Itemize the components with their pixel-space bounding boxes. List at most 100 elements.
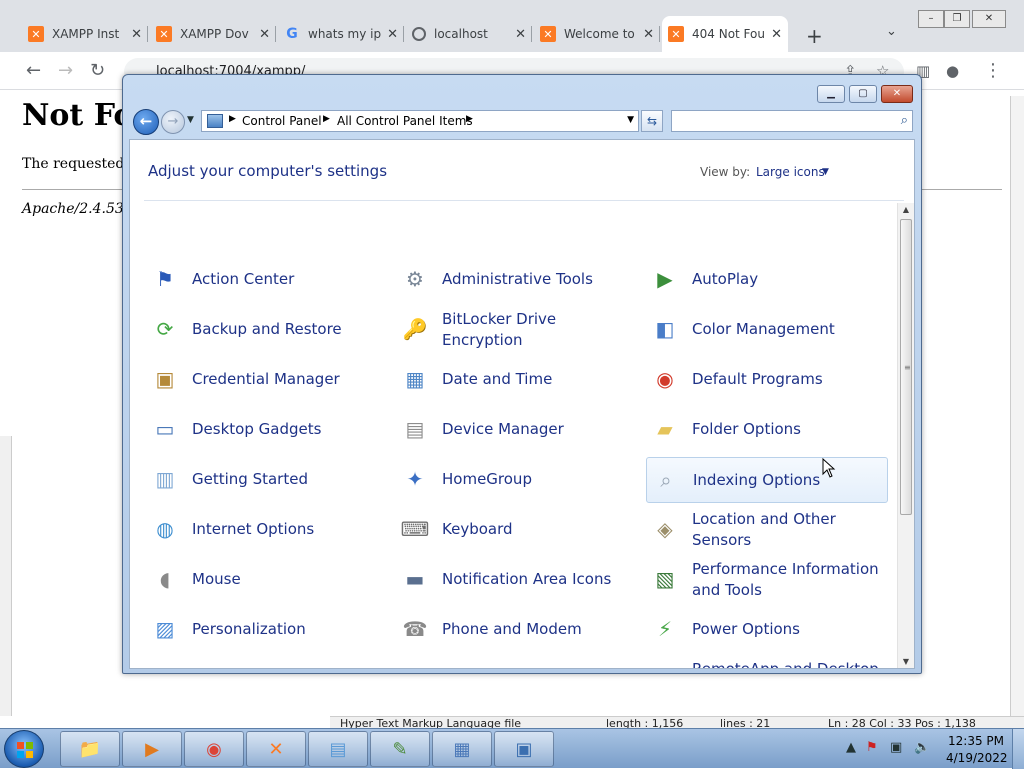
breadcrumb-all-items[interactable]: All Control Panel Items [337, 114, 473, 128]
cp-item-indexing-options[interactable]: ⌕ Indexing Options [646, 457, 888, 503]
recent-pages-chevron-icon[interactable]: ▼ [187, 115, 194, 125]
taskbar-xampp-icon[interactable]: ✕ [246, 731, 306, 767]
cp-item-label: Device Manager [442, 420, 564, 438]
show-hidden-icons-icon[interactable]: ▲ [846, 740, 856, 755]
cp-maximize-icon[interactable]: ▢ [849, 85, 877, 103]
cp-item-bitlocker-drive-encryption[interactable]: 🔑 BitLocker Drive Encryption [396, 307, 638, 353]
browser-tab[interactable]: ✕ Welcome to ✕ [534, 16, 660, 52]
cp-item-autoplay[interactable]: ▶ AutoPlay [646, 257, 888, 303]
taskbar-media-player-icon[interactable]: ▶ [122, 731, 182, 767]
browser-tab[interactable]: localhost ✕ [406, 16, 532, 52]
cp-item-getting-started[interactable]: ▥ Getting Started [146, 457, 388, 503]
breadcrumb-control-panel[interactable]: Control Panel [242, 114, 322, 128]
cp-item-date-and-time[interactable]: ▦ Date and Time [396, 357, 638, 403]
tab-close-icon[interactable]: ✕ [515, 27, 526, 42]
tab-close-icon[interactable]: ✕ [643, 27, 654, 42]
breadcrumb-arrow-icon[interactable]: ▶ [229, 114, 236, 124]
browser-tab[interactable]: ✕ 404 Not Fou ✕ [662, 16, 788, 52]
tab-close-icon[interactable]: ✕ [259, 27, 270, 42]
cp-item-power-options[interactable]: ⚡ Power Options [646, 607, 888, 653]
refresh-icon[interactable]: ⇆ [641, 110, 663, 132]
tab-close-icon[interactable]: ✕ [387, 27, 398, 42]
new-tab-button[interactable]: + [806, 24, 823, 48]
cp-item-homegroup[interactable]: ✦ HomeGroup [396, 457, 638, 503]
taskbar-remote-desktop-icon[interactable]: ▣ [494, 731, 554, 767]
cp-item-default-programs[interactable]: ◉ Default Programs [646, 357, 888, 403]
folder-icon: ▰ [657, 417, 673, 441]
cp-item-programs-and-features[interactable]: ▤Programs and Features [146, 657, 388, 668]
background-window-edge [1010, 96, 1024, 716]
back-arrow-icon[interactable]: ← [26, 60, 41, 81]
globe-icon [412, 27, 426, 41]
xampp-icon: ✕ [540, 26, 556, 42]
scroll-up-icon[interactable]: ▲ [898, 203, 914, 217]
network-icon[interactable]: ▣ [890, 740, 902, 755]
tab-close-icon[interactable]: ✕ [771, 27, 782, 42]
cp-minimize-icon[interactable]: ▁ [817, 85, 845, 103]
cp-item-personalization[interactable]: ▨ Personalization [146, 607, 388, 653]
breadcrumb-arrow-icon[interactable]: ▶ [323, 114, 330, 124]
clock-date[interactable]: 4/19/2022 [946, 751, 1008, 765]
browser-tab[interactable]: ✕ XAMPP Inst ✕ [22, 16, 148, 52]
page-title: Adjust your computer's settings [148, 162, 388, 180]
browser-tab[interactable]: ✕ XAMPP Dov ✕ [150, 16, 276, 52]
cp-item-internet-options[interactable]: ◍ Internet Options [146, 507, 388, 553]
cp-item-credential-manager[interactable]: ▣ Credential Manager [146, 357, 388, 403]
clock-time[interactable]: 12:35 PM [948, 734, 1004, 748]
cp-item-performance-information-and-tools[interactable]: ▧ Performance Information and Tools [646, 557, 888, 603]
profile-avatar-icon[interactable]: ● [946, 62, 959, 80]
tab-search-chevron-icon[interactable]: ⌄ [886, 24, 897, 39]
cp-item-administrative-tools[interactable]: ⚙ Administrative Tools [396, 257, 638, 303]
cp-item-folder-options[interactable]: ▰ Folder Options [646, 407, 888, 453]
taskbar-control-panel-icon[interactable]: ▦ [432, 731, 492, 767]
cp-item-desktop-gadgets[interactable]: ▭ Desktop Gadgets [146, 407, 388, 453]
cp-item-location-and-other-sensors[interactable]: ◈ Location and Other Sensors [646, 507, 888, 553]
taskbar-editor-icon[interactable]: ✎ [370, 731, 430, 767]
cp-item-phone-and-modem[interactable]: ☎ Phone and Modem [396, 607, 638, 653]
scroll-down-icon[interactable]: ▼ [898, 655, 914, 668]
cp-item-action-center[interactable]: ⚑ Action Center [146, 257, 388, 303]
taskbar-chrome-icon[interactable]: ◉ [184, 731, 244, 767]
menu-kebab-icon[interactable]: ⋮ [984, 60, 1002, 81]
cp-item-color-management[interactable]: ◧ Color Management [646, 307, 888, 353]
cp-item-backup-and-restore[interactable]: ⟳ Backup and Restore [146, 307, 388, 353]
view-by-chevron-icon[interactable]: ▼ [822, 167, 829, 177]
scrollbar-thumb[interactable]: ≡ [900, 219, 912, 515]
cp-item-label: Power Options [692, 620, 800, 638]
taskbar-explorer-icon[interactable]: 📁 [60, 731, 120, 767]
close-icon[interactable]: ✕ [972, 10, 1006, 28]
back-button-icon[interactable]: ← [133, 109, 159, 135]
cp-item-label: Location and Other Sensors [692, 510, 836, 549]
cp-item-mouse[interactable]: ◖ Mouse [146, 557, 388, 603]
tab-strip: ✕ XAMPP Inst ✕ ✕ XAMPP Dov ✕ Gwhats my ip ✕ loca… [0, 0, 1024, 52]
cp-search-input[interactable]: ⌕ [671, 110, 913, 132]
cp-item-region-and-language[interactable]: ◐Region and Language [396, 657, 638, 668]
cp-item-device-manager[interactable]: ▤ Device Manager [396, 407, 638, 453]
cp-item-label: Notification Area Icons [442, 570, 612, 588]
cp-item-remoteapp-and-desktop-connections[interactable]: ▣ RemoteApp and Desktop Connections [646, 657, 888, 668]
vertical-scrollbar[interactable]: ▲ ≡ ▼ [897, 203, 914, 668]
reload-icon[interactable]: ↻ [90, 60, 105, 81]
indexing-icon: ⌕ [660, 468, 672, 492]
view-by-dropdown[interactable]: Large icons [756, 165, 825, 179]
breadcrumb-arrow-icon[interactable]: ▶ [466, 114, 473, 124]
tab-close-icon[interactable]: ✕ [131, 27, 142, 42]
volume-icon[interactable]: 🔈 [914, 740, 930, 755]
address-dropdown-icon[interactable]: ▼ [627, 115, 634, 125]
cp-item-keyboard[interactable]: ⌨ Keyboard [396, 507, 638, 553]
search-icon[interactable]: ⌕ [901, 113, 908, 128]
action-center-flag-icon[interactable]: ⚑ [866, 740, 878, 755]
browser-tab[interactable]: Gwhats my ip ✕ [278, 16, 404, 52]
show-desktop-button[interactable] [1012, 729, 1024, 769]
cp-item-notification-area-icons[interactable]: ▬ Notification Area Icons [396, 557, 638, 603]
cp-address-bar[interactable]: ▶ Control Panel ▶ All Control Panel Item… [201, 110, 639, 132]
start-button[interactable] [4, 730, 44, 768]
forward-arrow-icon[interactable]: → [58, 60, 73, 81]
phone-modem-icon: ☎ [402, 617, 428, 641]
taskbar-notepad-icon[interactable]: ▤ [308, 731, 368, 767]
restore-icon[interactable]: ❐ [944, 10, 970, 28]
browser-tab-label: whats my ip [308, 27, 382, 41]
forward-button-icon[interactable]: → [161, 110, 185, 134]
cp-close-icon[interactable]: ✕ [881, 85, 913, 103]
minimize-icon[interactable]: – [918, 10, 944, 28]
